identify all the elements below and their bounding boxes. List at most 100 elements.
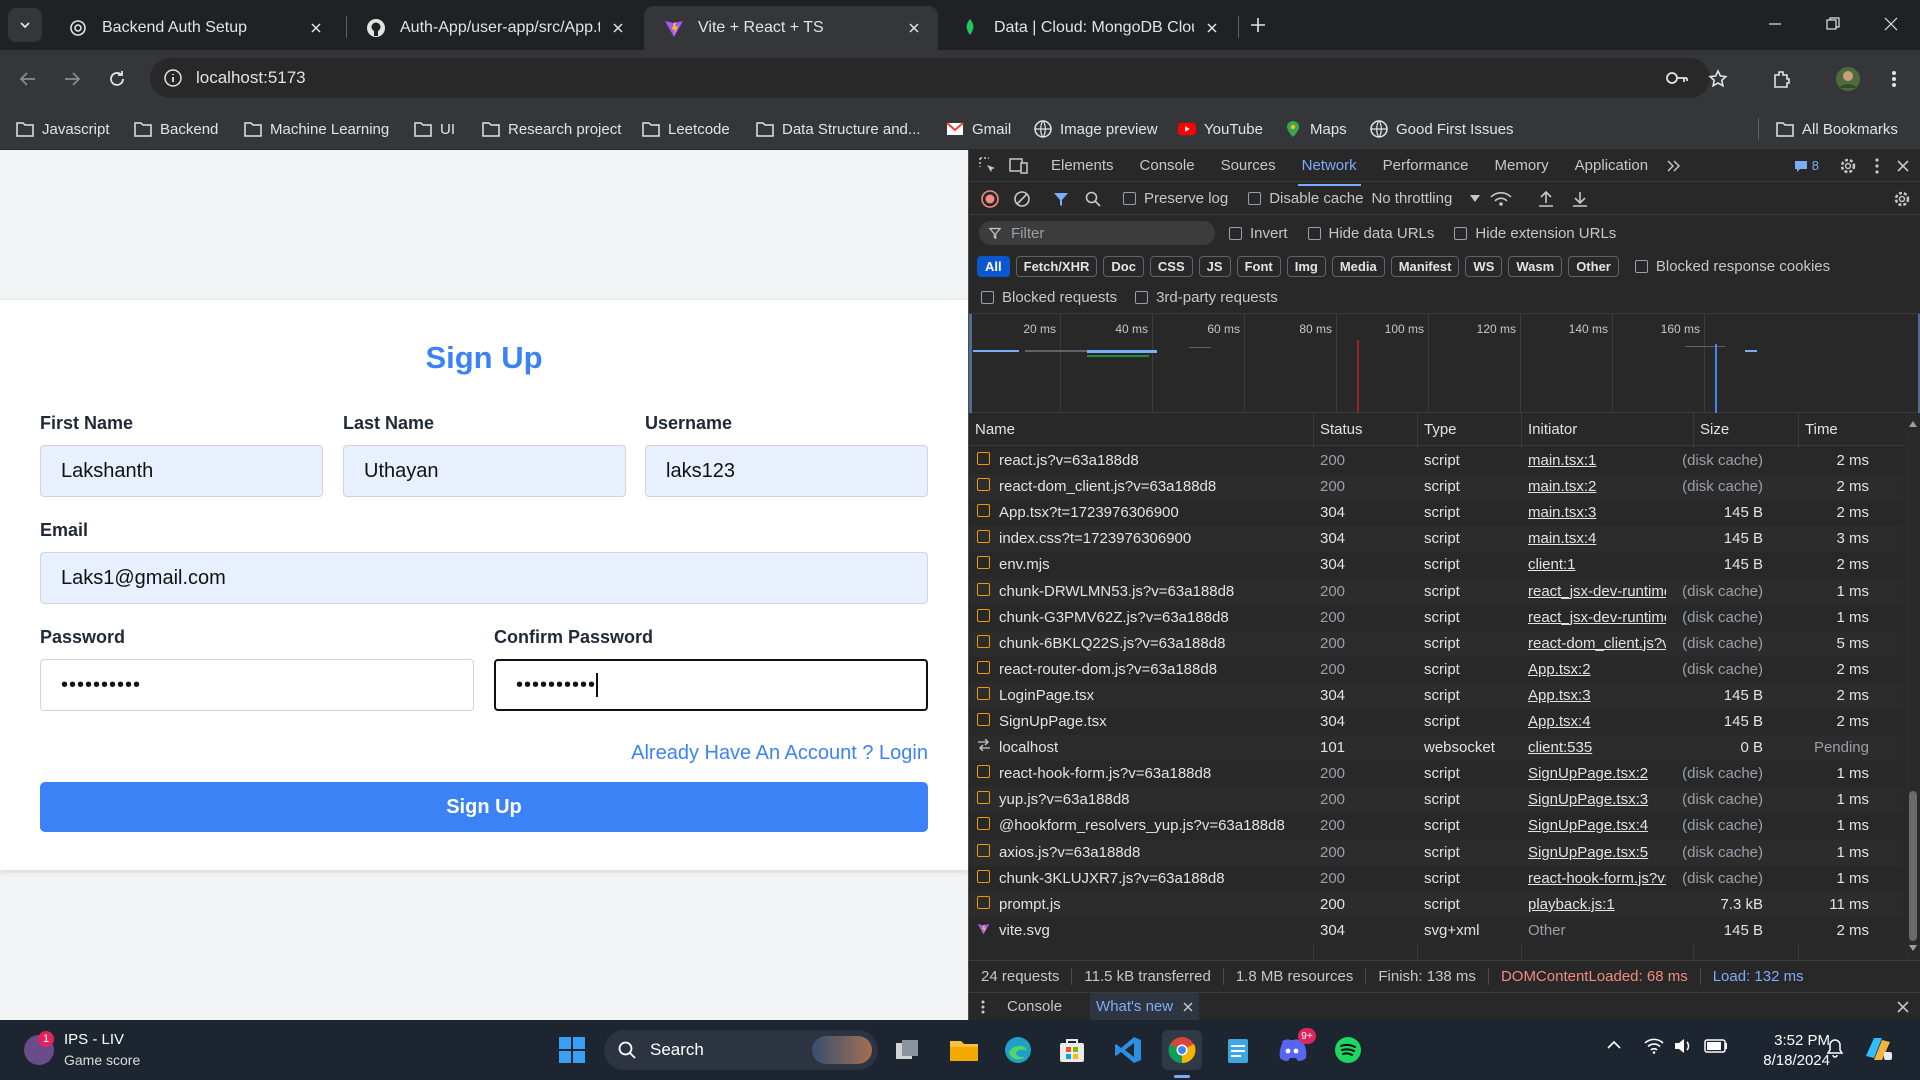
cell-initiator[interactable]: main.tsx:1 [1528,452,1666,469]
network-overview-timeline[interactable]: 20 ms 40 ms 60 ms 80 ms 100 ms 120 ms 140 ms 16… [969,313,1920,414]
cell-initiator[interactable]: react-dom_client.js?v=63a [1528,635,1666,652]
type-filter-css[interactable]: CSS [1149,255,1193,277]
vscode-button[interactable] [1108,1030,1148,1070]
table-row[interactable]: chunk-G3PMV62Z.js?v=63a188d8 200 script rea… [969,604,1903,631]
table-row[interactable]: yup.js?v=63a188d8 200 script SignUpPage.tsx… [969,787,1903,814]
bookmark-item[interactable]: Maps [1284,116,1347,142]
taskbar-search[interactable]: Search [604,1030,878,1070]
cell-initiator[interactable]: playback.js:1 [1528,896,1666,913]
devtools-tab-application[interactable]: Application [1575,157,1648,174]
cell-initiator[interactable]: SignUpPage.tsx:2 [1528,765,1666,782]
col-size[interactable]: Size [1700,421,1729,438]
cell-initiator[interactable]: react_jsx-dev-runtime.js?v [1528,583,1666,600]
clock[interactable]: 3:52 PM 8/18/2024 [1736,1031,1830,1071]
bookmark-item[interactable]: Image preview [1034,116,1158,142]
close-icon[interactable] [306,18,326,38]
password-input[interactable]: •••••••••• [40,659,474,711]
browser-menu-button[interactable] [1878,63,1910,95]
bookmark-item[interactable]: Backend [134,116,218,142]
file-explorer-button[interactable] [944,1030,984,1070]
type-filter-all[interactable]: All [977,255,1010,277]
filter-input[interactable]: Filter [979,221,1215,245]
tab-github[interactable]: Auth-App/user-app/src/App.tsx [346,6,642,50]
scrollbar-thumb[interactable] [1909,791,1917,941]
more-tabs-icon[interactable] [1666,159,1682,173]
cell-initiator[interactable]: client:535 [1528,739,1666,756]
type-filter-ws[interactable]: WS [1465,255,1503,277]
table-scrollbar[interactable] [1905,413,1920,961]
clear-icon[interactable] [1013,190,1031,208]
restore-button[interactable] [1804,0,1862,48]
network-settings-icon[interactable] [1893,190,1911,208]
table-row[interactable]: react-dom_client.js?v=63a188d8 200 script m… [969,474,1903,501]
devtools-tab-memory[interactable]: Memory [1495,157,1549,174]
volume-icon[interactable] [1674,1038,1692,1054]
col-type[interactable]: Type [1424,421,1457,438]
table-row[interactable]: index.css?t=1723976306900 304 script main.t… [969,526,1903,553]
drawer-tab-whats-new[interactable]: What's new [1090,992,1200,1021]
spotify-button[interactable] [1328,1030,1368,1070]
start-button[interactable] [552,1030,592,1070]
battery-icon[interactable] [1704,1039,1728,1053]
cell-initiator[interactable]: react-hook-form.js?v=63a [1528,870,1666,887]
type-filter-wasm[interactable]: Wasm [1508,255,1563,277]
forward-button[interactable] [56,63,88,95]
cell-initiator[interactable]: App.tsx:3 [1528,687,1666,704]
table-row[interactable]: env.mjs 304 script client:1 145 B 2 ms [969,552,1903,579]
confirm-password-input[interactable]: •••••••••• [494,659,928,711]
type-filter-img[interactable]: Img [1286,255,1326,277]
table-row[interactable]: localhost 101 websocket client:535 0 B Pendin… [969,735,1903,762]
table-row[interactable]: chunk-3KLUJXR7.js?v=63a188d8 200 script rea… [969,865,1903,892]
filter-icon[interactable] [1053,191,1069,207]
col-time[interactable]: Time [1805,421,1838,438]
username-input[interactable]: laks123 [645,445,928,497]
table-row[interactable]: react-router-dom.js?v=63a188d8 200 script A… [969,656,1903,683]
table-row[interactable]: prompt.js 200 script playback.js:1 7.3 kB 11 … [969,891,1903,918]
table-row[interactable]: chunk-DRWLMN53.js?v=63a188d8 200 script rea… [969,578,1903,605]
back-button[interactable] [12,63,44,95]
blocked-requests-checkbox[interactable]: Blocked requests [981,289,1117,306]
network-conditions-icon[interactable] [1490,191,1512,207]
type-filter-fetch-xhr[interactable]: Fetch/XHR [1015,255,1098,277]
table-row[interactable]: vite.svg 304 svg+xml Other 145 B 2 ms [969,917,1903,944]
new-tab-button[interactable] [1242,9,1274,41]
devtools-tab-network[interactable]: Network [1297,157,1361,186]
address-bar[interactable]: localhost:5173 [150,58,1710,98]
copilot-icon[interactable] [1862,1034,1894,1064]
more-vert-icon[interactable] [1875,157,1879,174]
upload-icon[interactable] [1538,190,1554,208]
inspect-icon[interactable] [979,156,997,175]
devtools-tab-elements[interactable]: Elements [1051,157,1114,174]
col-initiator[interactable]: Initiator [1528,421,1577,438]
record-icon[interactable] [981,189,999,208]
notifications-bell-icon[interactable] [1826,1038,1844,1058]
drawer-menu-icon[interactable] [981,1000,985,1014]
profile-avatar[interactable] [1832,63,1864,95]
bookmark-item[interactable]: Machine Learning [244,116,389,142]
last-name-input[interactable]: Uthayan [343,445,626,497]
throttling-select[interactable]: No throttling [1371,190,1481,207]
devtools-tab-performance[interactable]: Performance [1383,157,1469,174]
cell-initiator[interactable]: client:1 [1528,556,1666,573]
device-toggle-icon[interactable] [1009,157,1029,175]
bookmark-item[interactable]: Good First Issues [1370,116,1514,142]
cell-initiator[interactable]: SignUpPage.tsx:5 [1528,844,1666,861]
bookmark-item[interactable]: Research project [482,116,621,142]
cell-initiator[interactable]: App.tsx:4 [1528,713,1666,730]
cell-initiator[interactable]: SignUpPage.tsx:4 [1528,817,1666,834]
wifi-icon[interactable] [1644,1038,1664,1054]
cell-initiator[interactable]: main.tsx:4 [1528,530,1666,547]
col-status[interactable]: Status [1320,421,1363,438]
issues-badge[interactable]: 8 [1794,158,1819,173]
table-row[interactable]: chunk-6BKLQ22S.js?v=63a188d8 200 script rea… [969,630,1903,657]
table-row[interactable]: LoginPage.tsx 304 script App.tsx:3 145 B 2 ms [969,682,1903,709]
cell-initiator[interactable]: main.tsx:2 [1528,478,1666,495]
search-icon[interactable] [1085,191,1101,207]
drawer-tab-console[interactable]: Console [1007,998,1062,1015]
minimize-button[interactable] [1746,0,1804,48]
download-icon[interactable] [1572,190,1588,208]
col-name[interactable]: Name [975,421,1015,438]
type-filter-font[interactable]: Font [1236,255,1281,277]
cell-initiator[interactable]: main.tsx:3 [1528,504,1666,521]
email-input[interactable]: Laks1@gmail.com [40,552,928,604]
